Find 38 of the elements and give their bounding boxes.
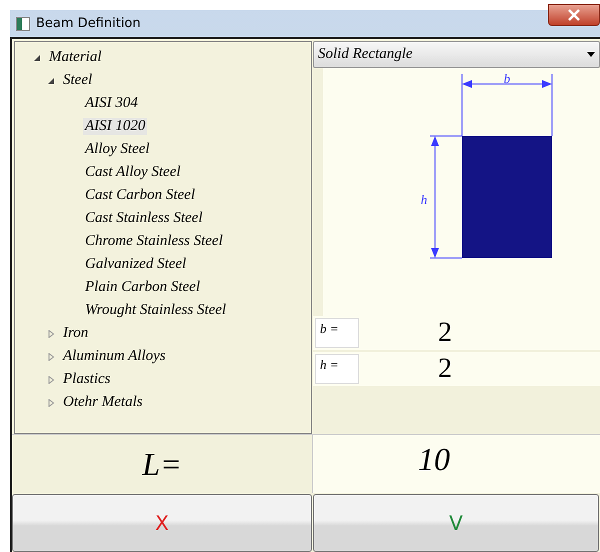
expanded-arrow-icon[interactable] [33, 54, 41, 62]
tree-item[interactable]: Plastics [61, 371, 112, 388]
dimension-field[interactable]: 2 [363, 352, 600, 386]
tree-item[interactable]: AISI 304 [83, 95, 140, 112]
collapsed-arrow-icon[interactable] [47, 352, 55, 360]
tree-item[interactable]: Cast Alloy Steel [83, 164, 183, 181]
tree-item[interactable]: Steel [61, 72, 94, 89]
window-title: Beam Definition [36, 16, 141, 31]
tree-item[interactable]: Cast Carbon Steel [83, 187, 198, 204]
tree-item[interactable]: Galvanized Steel [83, 256, 188, 273]
height-label: h [420, 192, 427, 207]
tree-item[interactable]: Aluminum Alloys [61, 348, 168, 365]
tree-item[interactable]: Chrome Stainless Steel [83, 233, 225, 250]
cancel-button[interactable]: X [12, 494, 312, 552]
tree-item[interactable]: Alloy Steel [83, 141, 152, 158]
window-icon [16, 16, 30, 30]
tree-item[interactable]: Plain Carbon Steel [83, 279, 202, 296]
caret-icon [587, 52, 595, 57]
collapsed-arrow-icon[interactable] [47, 330, 55, 338]
tree-item[interactable]: Material [47, 49, 104, 66]
collapsed-arrow-icon[interactable] [47, 398, 55, 406]
length-value[interactable]: 10 [418, 441, 450, 478]
dimension-field[interactable]: 2 [363, 316, 600, 350]
length-label: L= [142, 446, 182, 482]
dimension-label: b = [315, 318, 359, 348]
section-dropdown[interactable]: Solid Rectangle [313, 41, 600, 68]
close-icon [567, 9, 581, 21]
close-button[interactable] [548, 4, 600, 26]
dimension-label: h = [315, 354, 359, 384]
collapsed-arrow-icon[interactable] [47, 376, 55, 384]
tree-item[interactable]: Wrought Stainless Steel [83, 302, 228, 319]
tree-item[interactable]: Iron [61, 325, 90, 342]
tree-item[interactable]: Otehr Metals [61, 394, 145, 411]
tree-item[interactable]: Cast Stainless Steel [83, 210, 204, 227]
tree-item[interactable]: AISI 1020 [83, 118, 148, 135]
ok-button[interactable]: V [313, 494, 599, 552]
width-label: b [503, 74, 510, 86]
expanded-arrow-icon[interactable] [47, 76, 55, 84]
